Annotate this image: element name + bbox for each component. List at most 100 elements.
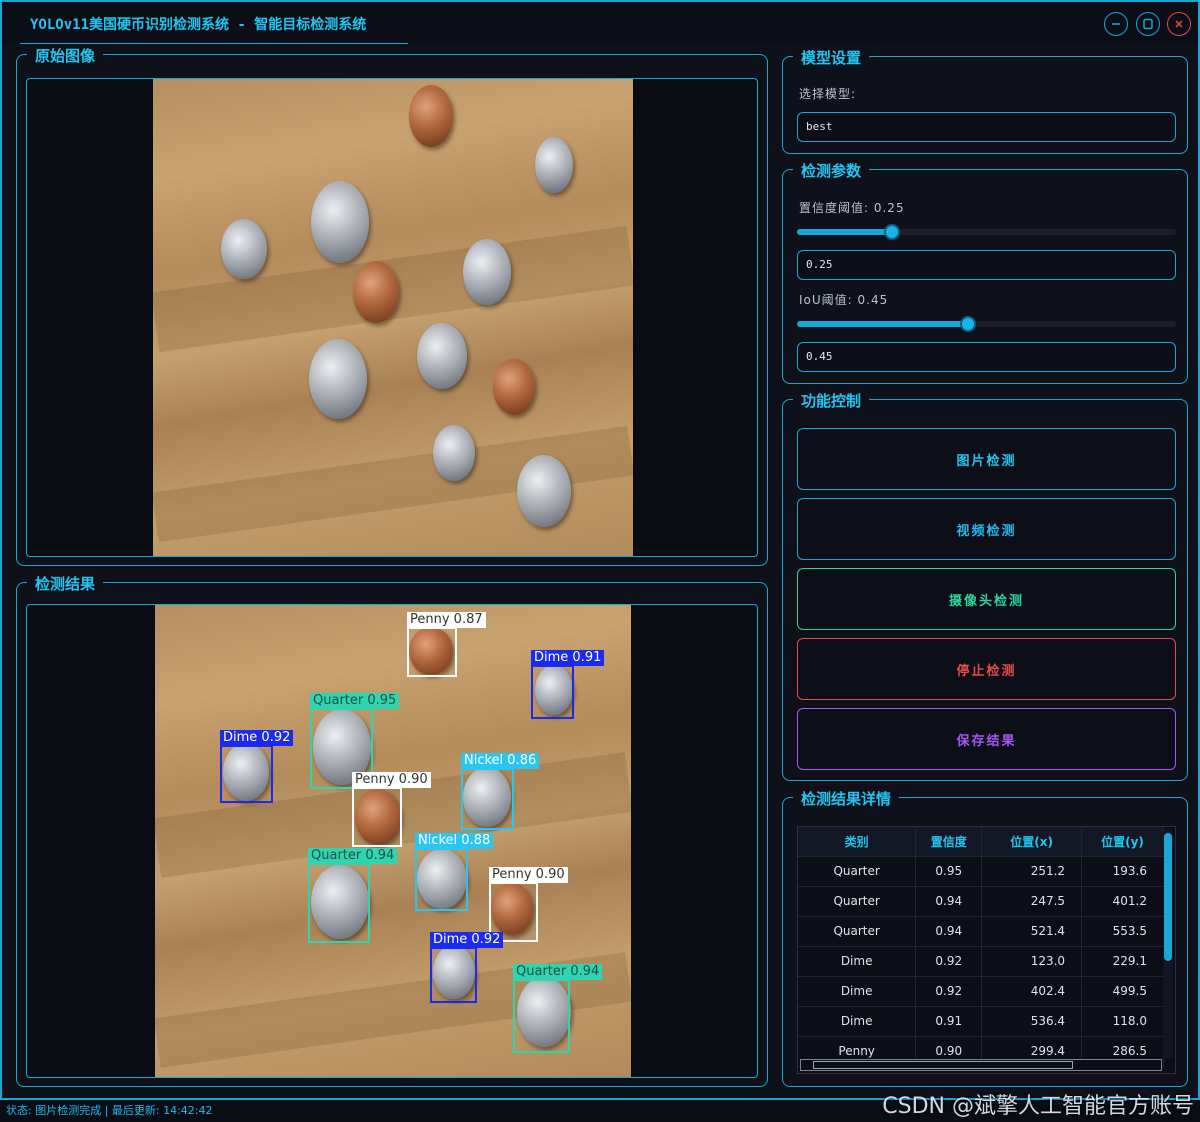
- minimize-button[interactable]: [1104, 12, 1128, 36]
- column-header[interactable]: 类别: [798, 827, 917, 857]
- cell-x: 123.0: [981, 946, 1083, 977]
- iou-input[interactable]: 0.45: [797, 342, 1176, 372]
- table-row[interactable]: Quarter 0.95 251.2 193.6: [798, 856, 1164, 887]
- detection-box: Dime 0.91: [531, 650, 605, 719]
- iou-slider[interactable]: [797, 316, 1176, 332]
- detection-label: Quarter 0.95: [310, 693, 400, 709]
- scrollbar-thumb[interactable]: [813, 1061, 1073, 1069]
- table-row[interactable]: Dime 0.91 536.4 118.0: [798, 1006, 1164, 1037]
- coin: [417, 323, 467, 389]
- table-row[interactable]: Quarter 0.94 521.4 553.5: [798, 916, 1164, 947]
- coin: [493, 359, 535, 415]
- model-settings-title: 模型设置: [793, 47, 870, 68]
- maximize-button[interactable]: [1136, 12, 1160, 36]
- result-image: Penny 0.87 Dime 0.91 Quarter 0.95 Dime 0…: [155, 605, 631, 1077]
- table-row[interactable]: Dime 0.92 123.0 229.1: [798, 946, 1164, 977]
- result-details-panel: 检测结果详情 类别 置信度 位置(x) 位置(y) Quarter 0.95 251…: [782, 788, 1188, 1087]
- table-horizontal-scrollbar[interactable]: [800, 1059, 1162, 1071]
- cell-y: 118.0: [1081, 1006, 1164, 1037]
- model-select-label: 选择模型:: [799, 87, 857, 101]
- table-row[interactable]: Quarter 0.94 247.5 401.2: [798, 886, 1164, 917]
- cell-y: 193.6: [1081, 856, 1164, 887]
- detection-box: Penny 0.87: [407, 612, 486, 677]
- detection-params-panel: 检测参数 置信度阈值: 0.25 0.25 IoU阈值: 0.45 0.45: [782, 160, 1188, 384]
- close-button[interactable]: [1167, 12, 1191, 36]
- cell-y: 553.5: [1081, 916, 1164, 947]
- title-tab: YOLOv11美国硬币识别检测系统 - 智能目标检测系统: [20, 2, 408, 44]
- save-result-button[interactable]: 保存结果: [797, 708, 1176, 770]
- result-image-frame: Penny 0.87 Dime 0.91 Quarter 0.95 Dime 0…: [26, 604, 758, 1078]
- cell-y: 229.1: [1081, 946, 1164, 977]
- column-header[interactable]: 位置(x): [981, 827, 1083, 857]
- cell-x: 251.2: [981, 856, 1083, 887]
- original-image: [153, 79, 633, 556]
- cell-y: 401.2: [1081, 886, 1164, 917]
- detection-label: Dime 0.91: [531, 650, 605, 666]
- model-select[interactable]: best: [797, 112, 1176, 142]
- cell-class: Dime: [798, 1006, 917, 1037]
- detection-box: Nickel 0.88: [415, 833, 494, 911]
- coin: [409, 85, 453, 147]
- cell-y: 499.5: [1081, 976, 1164, 1007]
- result-table[interactable]: 类别 置信度 位置(x) 位置(y) Quarter 0.95 251.2 193.6…: [797, 826, 1176, 1074]
- detection-label: Penny 0.90: [352, 772, 431, 788]
- table-vertical-scrollbar[interactable]: [1163, 829, 1173, 1059]
- cell-confidence: 0.95: [915, 856, 983, 887]
- confidence-input[interactable]: 0.25: [797, 250, 1176, 280]
- cell-class: Quarter: [798, 856, 917, 887]
- cell-x: 402.4: [981, 976, 1083, 1007]
- model-settings-panel: 模型设置 选择模型: best: [782, 47, 1188, 154]
- coin: [311, 181, 369, 263]
- detection-box: Dime 0.92: [430, 932, 504, 1003]
- coin: [535, 137, 573, 193]
- original-image-panel: 原始图像: [16, 45, 768, 566]
- cell-confidence: 0.94: [915, 916, 983, 947]
- coin: [517, 455, 571, 527]
- app-window: YOLOv11美国硬币识别检测系统 - 智能目标检测系统 原始图像 检测结果 P…: [0, 0, 1200, 1100]
- confidence-slider[interactable]: [797, 224, 1176, 240]
- cell-confidence: 0.92: [915, 946, 983, 977]
- cell-class: Dime: [798, 976, 917, 1007]
- confidence-slider-handle[interactable]: [883, 224, 900, 240]
- confidence-label: 置信度阈值: 0.25: [799, 201, 905, 215]
- close-icon: [1175, 20, 1183, 28]
- result-image-panel: 检测结果 Penny 0.87 Dime 0.91 Quarter 0.95 D…: [16, 573, 768, 1087]
- coin: [433, 425, 475, 481]
- detection-box: Quarter 0.94: [308, 848, 398, 943]
- maximize-icon: [1143, 18, 1153, 30]
- watermark: CSDN @斌擎人工智能官方账号: [882, 1094, 1194, 1119]
- detection-label: Quarter 0.94: [513, 964, 603, 980]
- stop-detect-button[interactable]: 停止检测: [797, 638, 1176, 700]
- detection-label: Dime 0.92: [220, 730, 294, 746]
- image-detect-button[interactable]: 图片检测: [797, 428, 1176, 490]
- scrollbar-thumb[interactable]: [1164, 833, 1172, 961]
- camera-detect-button[interactable]: 摄像头检测: [797, 568, 1176, 630]
- detection-box: Dime 0.92: [220, 730, 294, 803]
- video-detect-button[interactable]: 视频检测: [797, 498, 1176, 560]
- table-row[interactable]: Dime 0.92 402.4 499.5: [798, 976, 1164, 1007]
- function-control-title: 功能控制: [793, 390, 870, 411]
- table-header-row: 类别 置信度 位置(x) 位置(y): [798, 827, 1164, 857]
- detection-label: Dime 0.92: [430, 932, 504, 948]
- window-title: YOLOv11美国硬币识别检测系统 - 智能目标检测系统: [30, 17, 367, 33]
- title-bar: YOLOv11美国硬币识别检测系统 - 智能目标检测系统: [2, 2, 1198, 44]
- detection-params-title: 检测参数: [793, 160, 870, 181]
- result-image-title: 检测结果: [27, 573, 104, 594]
- original-image-frame: [26, 78, 758, 557]
- column-header[interactable]: 置信度: [915, 827, 983, 857]
- cell-confidence: 0.92: [915, 976, 983, 1007]
- iou-slider-handle[interactable]: [959, 316, 976, 332]
- coin: [221, 219, 267, 279]
- original-image-title: 原始图像: [27, 45, 104, 66]
- column-header[interactable]: 位置(y): [1081, 827, 1164, 857]
- cell-confidence: 0.94: [915, 886, 983, 917]
- detection-box: Nickel 0.86: [461, 753, 540, 830]
- cell-class: Dime: [798, 946, 917, 977]
- detection-label: Quarter 0.94: [308, 848, 398, 864]
- minimize-icon: [1112, 23, 1120, 25]
- iou-label: IoU阈值: 0.45: [799, 293, 889, 307]
- cell-x: 521.4: [981, 916, 1083, 947]
- detection-label: Penny 0.90: [489, 867, 568, 883]
- cell-x: 247.5: [981, 886, 1083, 917]
- detection-label: Nickel 0.88: [415, 833, 494, 849]
